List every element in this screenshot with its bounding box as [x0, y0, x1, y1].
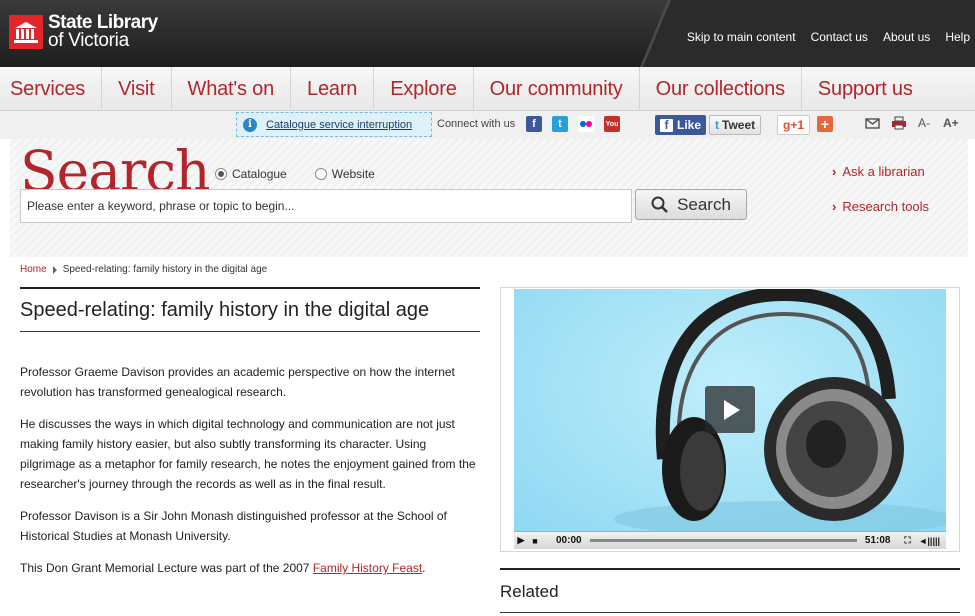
nav-support-us[interactable]: Support us [802, 67, 929, 111]
tweet-button[interactable]: t Tweet [709, 115, 762, 135]
email-icon[interactable] [865, 116, 881, 133]
related-heading: Related [500, 582, 559, 601]
google-plus-icon: g [783, 118, 791, 132]
breadcrumb: Home Speed-relating: family history in t… [20, 264, 267, 275]
radio-website-button[interactable] [314, 168, 327, 180]
duration: 51:08 [864, 535, 891, 546]
ask-a-librarian-link[interactable]: › Ask a librarian [832, 164, 929, 179]
facebook-icon: f [660, 118, 673, 132]
nav-learn[interactable]: Learn [291, 67, 375, 111]
twitter-bird-icon: t [715, 118, 719, 132]
library-logo-icon [9, 15, 43, 49]
research-tools-label: Research tools [842, 199, 930, 214]
service-notice-link[interactable]: Catalogue service interruption [266, 119, 412, 131]
like-label: Like [677, 118, 702, 132]
radio-catalogue-label: Catalogue [232, 167, 287, 181]
nav-visit[interactable]: Visit [102, 67, 172, 111]
radio-catalogue-button[interactable] [215, 168, 227, 180]
radio-website[interactable]: Website [314, 167, 375, 181]
nav-our-community[interactable]: Our community [474, 67, 640, 111]
twitter-icon[interactable]: t [552, 116, 568, 132]
youtube-icon[interactable]: You [604, 116, 620, 132]
service-notice[interactable]: i Catalogue service interruption [236, 112, 432, 137]
search-icon [651, 196, 668, 213]
chevron-right-icon: › [832, 199, 837, 214]
about-us-link[interactable]: About us [883, 30, 930, 44]
search-scope: Catalogue Website [215, 167, 375, 181]
connect-label: Connect with us [437, 118, 516, 130]
help-link[interactable]: Help [945, 30, 970, 44]
family-history-feast-link[interactable]: Family History Feast [313, 561, 422, 575]
text-larger-button[interactable]: A+ [943, 116, 959, 130]
volume-icon[interactable]: ◄||||| [919, 536, 941, 546]
contact-us-link[interactable]: Contact us [811, 30, 868, 44]
tweet-label: Tweet [722, 118, 756, 132]
page-title: Speed-relating: family history in the di… [20, 289, 480, 332]
breadcrumb-arrow-icon [52, 265, 57, 274]
article-paragraph: Professor Graeme Davison provides an aca… [20, 365, 455, 399]
play-icon[interactable]: ▶ [514, 535, 528, 546]
radio-website-label: Website [331, 167, 375, 181]
skip-to-main-link[interactable]: Skip to main content [687, 30, 796, 44]
google-plus-button[interactable]: g +1 [777, 115, 811, 135]
paragraph-text: . [422, 561, 426, 575]
breadcrumb-home[interactable]: Home [20, 264, 47, 275]
video-controls: ▶ ■ 00:00 51:08 ⛶ ◄||||| [514, 531, 946, 549]
main-nav: Services Visit What's on Learn Explore O… [0, 67, 975, 111]
research-tools-link[interactable]: › Research tools [832, 199, 929, 214]
video-player: ▶ ■ 00:00 51:08 ⛶ ◄||||| [500, 287, 960, 552]
text-smaller-button[interactable]: A- [918, 116, 930, 130]
gplus-label: +1 [790, 118, 805, 132]
logo-subtitle: of Victoria [48, 30, 129, 51]
nav-services[interactable]: Services [0, 67, 103, 111]
site-header: State Library of Victoria Skip to main c… [0, 0, 975, 67]
stop-icon[interactable]: ■ [528, 536, 542, 546]
radio-catalogue[interactable]: Catalogue [215, 167, 287, 181]
top-links: Skip to main content Contact us About us… [640, 0, 975, 67]
paragraph-text: This Don Grant Memorial Lecture was part… [20, 561, 313, 575]
nav-explore[interactable]: Explore [374, 67, 474, 111]
article: Speed-relating: family history in the di… [20, 287, 480, 578]
utility-bar: i Catalogue service interruption Connect… [0, 111, 975, 139]
article-paragraph: Professor Davison is a Sir John Monash d… [20, 509, 447, 543]
facebook-like-button[interactable]: f Like [655, 115, 707, 135]
nav-whats-on[interactable]: What's on [172, 67, 292, 111]
search-input[interactable]: Please enter a keyword, phrase or topic … [20, 189, 632, 223]
search-button[interactable]: Search [635, 189, 747, 220]
search-panel: Search Catalogue Website Please enter a … [10, 139, 968, 257]
facebook-icon[interactable]: f [526, 116, 542, 132]
info-icon: i [243, 117, 257, 132]
current-time: 00:00 [556, 535, 582, 546]
addthis-plus-icon[interactable]: + [817, 116, 833, 132]
fullscreen-icon[interactable]: ⛶ [901, 535, 915, 546]
video-poster[interactable] [514, 289, 946, 531]
nav-our-collections[interactable]: Our collections [640, 67, 802, 111]
article-paragraph: This Don Grant Memorial Lecture was part… [20, 558, 480, 578]
related-section: Related [500, 568, 960, 613]
breadcrumb-current: Speed-relating: family history in the di… [62, 264, 268, 275]
print-icon[interactable] [891, 116, 907, 133]
play-icon [724, 399, 740, 420]
search-button-label: Search [677, 194, 731, 214]
seek-bar[interactable] [589, 539, 857, 542]
flickr-icon[interactable] [578, 116, 594, 132]
search-side-links: › Ask a librarian › Research tools [832, 164, 929, 234]
ask-a-librarian-label: Ask a librarian [842, 164, 925, 179]
play-overlay-button[interactable] [705, 386, 755, 433]
chevron-right-icon: › [832, 164, 837, 179]
site-logo[interactable]: State Library of Victoria [9, 13, 158, 51]
article-paragraph: He discusses the ways in which digital t… [20, 417, 476, 491]
